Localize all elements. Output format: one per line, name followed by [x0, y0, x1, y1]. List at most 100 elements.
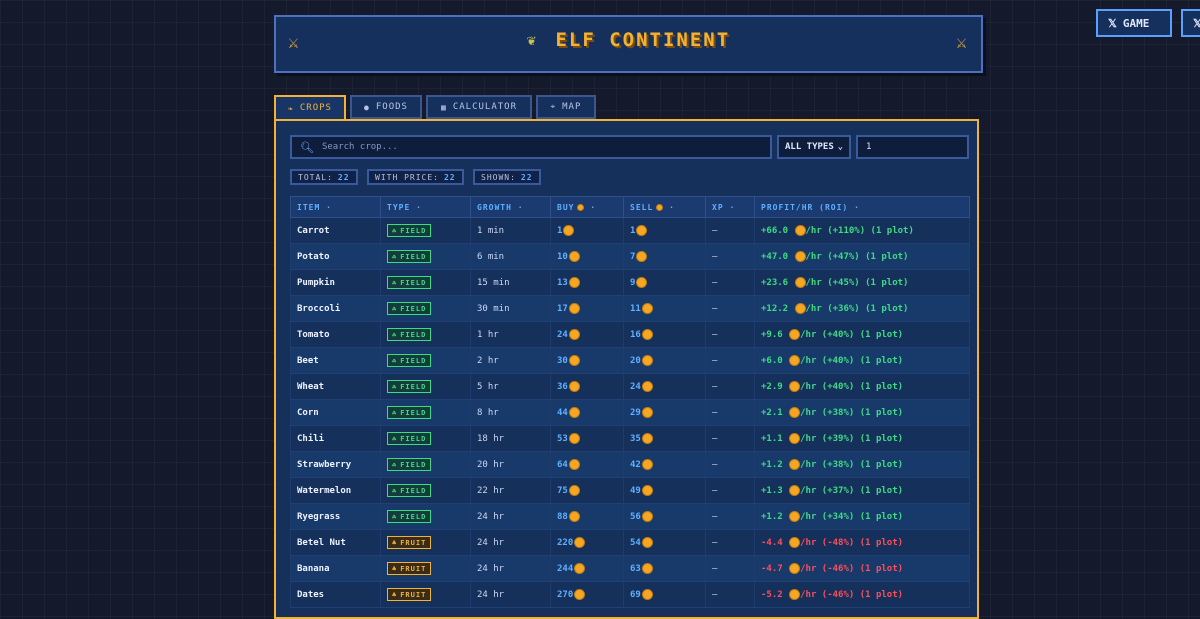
type-cell: ☘ FIELD	[380, 217, 471, 244]
sprout-icon: ❦	[526, 31, 536, 49]
sell-cell: 35	[623, 425, 706, 452]
profit-cell: +1.2 /hr (+34%) (1 plot)	[754, 503, 970, 530]
type-badge: ☘ FIELD	[387, 484, 432, 497]
sell-price: 69	[630, 590, 641, 600]
coin-icon	[636, 277, 648, 288]
x-logo-icon: 𝕏	[1193, 16, 1200, 30]
profit-value: +2.1	[761, 408, 783, 418]
col-label: GROWTH	[477, 202, 512, 212]
tab-foods[interactable]: ● FOODS	[350, 95, 422, 119]
coin-icon	[568, 511, 580, 522]
type-badge: ☘ FIELD	[387, 276, 432, 289]
type-label: FIELD	[400, 330, 427, 339]
col-item[interactable]: ITEM ·	[290, 196, 381, 218]
profit-cell: +12.2 /hr (+36%) (1 plot)	[754, 295, 970, 322]
type-badge: ♣ FRUIT	[387, 562, 432, 575]
sell-price: 1	[630, 226, 636, 236]
coin-icon	[641, 537, 653, 548]
coin-icon	[641, 485, 653, 496]
col-growth[interactable]: GROWTH ·	[470, 196, 551, 218]
coin-icon	[568, 303, 580, 314]
xp-value: –	[705, 451, 755, 478]
growth-time: 22 hr	[470, 477, 551, 504]
item-name: Tomato	[290, 321, 381, 348]
table-row[interactable]: Pumpkin ☘ FIELD 15 min 13 9 – +23.6 /hr (+45%) …	[290, 269, 970, 296]
item-name: Potato	[290, 243, 381, 270]
stat-value: 22	[520, 172, 533, 182]
table-row[interactable]: Carrot ☘ FIELD 1 min 1 1 – +66.0 /hr (+110%) (1…	[290, 217, 970, 244]
coin-icon	[568, 433, 580, 444]
type-label: FIELD	[400, 304, 427, 313]
profit-suffix: /hr (-48%) (1 plot)	[800, 538, 904, 548]
coin-icon	[641, 381, 653, 392]
item-name: Corn	[290, 399, 381, 426]
type-select[interactable]: ALL TYPES ⌄	[777, 135, 851, 159]
coin-icon	[641, 589, 653, 600]
growth-time: 30 min	[470, 295, 551, 322]
growth-time: 15 min	[470, 269, 551, 296]
stat-value: 22	[337, 172, 350, 182]
buy-cell: 36	[550, 373, 624, 400]
game-x-link[interactable]: 𝕏 GAME	[1096, 9, 1172, 37]
table-row[interactable]: Broccoli ☘ FIELD 30 min 17 11 – +12.2 /hr (+36%…	[290, 295, 970, 322]
buy-price: 13	[557, 278, 568, 288]
item-name: Strawberry	[290, 451, 381, 478]
quantity-input[interactable]: 1	[856, 135, 969, 159]
tab-label: CALCULATOR	[452, 102, 517, 112]
col-xp[interactable]: XP ·	[705, 196, 755, 218]
table-row[interactable]: Tomato ☘ FIELD 1 hr 24 16 – +9.6 /hr (+40%) (1 …	[290, 321, 970, 348]
coin-icon	[641, 433, 653, 444]
table-row[interactable]: Chili ☘ FIELD 18 hr 53 35 – +1.1 /hr (+39%) (1 …	[290, 425, 970, 452]
profit-value: +2.9	[761, 382, 783, 392]
xp-value: –	[705, 321, 755, 348]
field-icon: ☘	[392, 408, 398, 417]
buy-price: 244	[557, 564, 574, 574]
sell-price: 49	[630, 486, 641, 496]
table-row[interactable]: Corn ☘ FIELD 8 hr 44 29 – +2.1 /hr (+38%) (1 pl…	[290, 399, 970, 426]
profit-suffix: /hr (+110%) (1 plot)	[805, 226, 914, 236]
col-buy[interactable]: BUY ·	[550, 196, 624, 218]
table-row[interactable]: Wheat ☘ FIELD 5 hr 36 24 – +2.9 /hr (+40%) (1 p…	[290, 373, 970, 400]
search-input[interactable]	[319, 141, 744, 153]
profit-cell: -4.7 /hr (-46%) (1 plot)	[754, 555, 970, 582]
game-link-label: GAME	[1122, 16, 1150, 30]
coin-icon	[568, 381, 580, 392]
xp-value: –	[705, 555, 755, 582]
table-row[interactable]: Betel Nut ♣ FRUIT 24 hr 220 54 – -4.4 /hr (-48%…	[290, 529, 970, 556]
sell-cell: 24	[623, 373, 706, 400]
col-label: TYPE	[387, 202, 411, 212]
buy-cell: 44	[550, 399, 624, 426]
col-type[interactable]: TYPE ·	[380, 196, 471, 218]
profit-suffix: /hr (+39%) (1 plot)	[800, 434, 904, 444]
table-row[interactable]: Watermelon ☘ FIELD 22 hr 75 49 – +1.3 /hr (+37%…	[290, 477, 970, 504]
coin-icon	[789, 589, 801, 600]
profit-value: +9.6	[761, 330, 783, 340]
field-icon: ☘	[392, 226, 398, 235]
growth-time: 24 hr	[470, 555, 551, 582]
table-row[interactable]: Ryegrass ☘ FIELD 24 hr 88 56 – +1.2 /hr (+34%) …	[290, 503, 970, 530]
col-profit[interactable]: PROFIT/HR (ROI) ·	[754, 196, 970, 218]
table-row[interactable]: Beet ☘ FIELD 2 hr 30 20 – +6.0 /hr (+40%) (1 pl…	[290, 347, 970, 374]
buy-price: 44	[557, 408, 568, 418]
table-row[interactable]: Banana ♣ FRUIT 24 hr 244 63 – -4.7 /hr (-46%) (…	[290, 555, 970, 582]
field-icon: ☘	[392, 460, 398, 469]
coin-icon	[568, 407, 580, 418]
table-row[interactable]: Potato ☘ FIELD 6 min 10 7 – +47.0 /hr (+47%) (1…	[290, 243, 970, 270]
crops-table: ITEM · TYPE · GROWTH · BUY · SELL · XP ·…	[290, 196, 970, 608]
xp-value: –	[705, 373, 755, 400]
profit-cell: +1.2 /hr (+38%) (1 plot)	[754, 451, 970, 478]
type-cell: ☘ FIELD	[380, 373, 471, 400]
tab-calculator[interactable]: ▦ CALCULATOR	[426, 95, 532, 119]
growth-time: 1 hr	[470, 321, 551, 348]
x-link[interactable]: 𝕏	[1181, 9, 1200, 37]
tab-map[interactable]: ⌖ MAP	[536, 95, 596, 119]
coin-icon	[577, 203, 585, 211]
type-cell: ☘ FIELD	[380, 243, 471, 270]
col-sell[interactable]: SELL ·	[623, 196, 706, 218]
buy-price: 88	[557, 512, 568, 522]
table-row[interactable]: Strawberry ☘ FIELD 20 hr 64 42 – +1.2 /hr (+38%…	[290, 451, 970, 478]
field-icon: ☘	[392, 330, 398, 339]
sell-cell: 7	[623, 243, 706, 270]
stat-value: 22	[443, 172, 456, 182]
tab-crops[interactable]: ❧ CROPS	[274, 95, 346, 121]
